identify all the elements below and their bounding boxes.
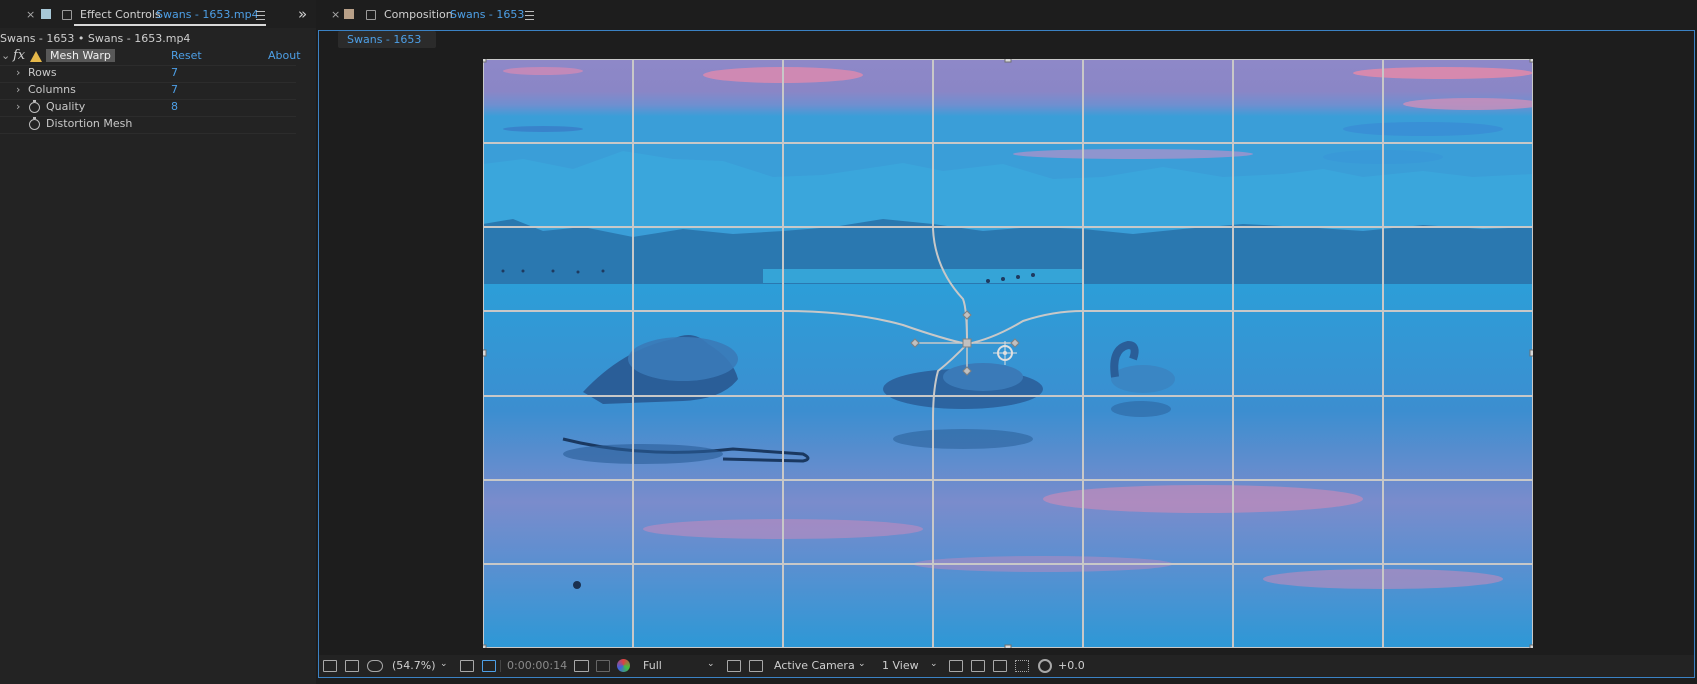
show-snapshot-icon[interactable] [596,660,610,672]
swan-left-body [628,337,738,381]
lock-icon[interactable] [62,10,72,20]
effect-controls-tab-title[interactable]: Effect Controls [80,8,161,21]
magnification-dropdown[interactable]: (54.7%) [392,659,436,672]
toggle-pixel-aspect-icon[interactable] [949,660,963,672]
cloud [1353,67,1533,79]
active-tab-indicator [74,24,266,26]
property-row-quality[interactable]: › Quality 8 [0,99,296,117]
property-row-columns[interactable]: › Columns 7 [0,82,296,100]
property-label: Columns [28,83,76,96]
color-channels-icon[interactable] [617,659,630,672]
effect-name[interactable]: Mesh Warp [46,49,115,62]
toolbar-divider [500,660,501,672]
cloud [503,126,583,132]
panel-menu-icon[interactable] [256,11,265,20]
swan-right [1111,365,1175,393]
layer-color-swatch [41,9,51,19]
composition-breadcrumb[interactable]: Swans - 1653 [338,31,436,48]
chevron-down-icon[interactable]: ⌄ [440,659,448,669]
swan-center-body [943,363,1023,391]
close-tab-icon[interactable]: × [26,8,35,21]
effect-controls-tab-file[interactable]: Swans - 1653.mp4 [156,8,259,21]
swan-left-reflection [563,444,723,464]
transparency-grid-icon[interactable] [749,660,763,672]
property-label: Rows [28,66,57,79]
chevron-right-icon[interactable]: › [16,100,20,113]
property-value-rows[interactable]: 7 [171,66,178,79]
source-path: Swans - 1653 • Swans - 1653.mp4 [0,32,191,45]
comp-color-swatch [344,9,354,19]
lake [483,284,1533,648]
chevron-right-icon[interactable]: › [16,83,20,96]
chevron-down-icon[interactable]: ⌄ [707,659,715,669]
close-tab-icon[interactable]: × [331,8,340,21]
chevron-right-icon[interactable]: › [16,66,20,79]
property-row-rows[interactable]: › Rows 7 [0,65,296,83]
resolution-dropdown[interactable]: Full [643,659,662,672]
property-label: Quality [46,100,86,113]
lock-icon[interactable] [366,10,376,20]
monitor-icon[interactable] [345,660,359,672]
composition-tab-title[interactable]: Composition [384,8,453,21]
timeline-icon[interactable] [993,660,1007,672]
fx-icon[interactable]: fx [13,48,25,63]
about-link[interactable]: About [268,49,301,62]
reset-exposure-icon[interactable] [971,660,985,672]
warning-icon [30,51,42,62]
panel-menu-icon[interactable] [525,11,534,20]
composition-tab-name[interactable]: Swans - 1653 [450,8,524,21]
cloud [503,67,583,75]
view-layout-dropdown[interactable]: 1 View [882,659,919,672]
swan-center-reflection [893,429,1033,449]
chevron-down-icon[interactable]: ⌄ [1,49,10,62]
floating-object [573,581,581,589]
composition-viewer[interactable] [479,55,1543,652]
mask-visibility-icon[interactable] [367,660,383,672]
cloud [1013,149,1253,159]
current-time[interactable]: 0:00:00:14 [507,659,567,672]
fast-previews-icon[interactable] [727,660,741,672]
swan-right-reflection [1111,401,1171,417]
breadcrumb-label[interactable]: Swans - 1653 [347,33,421,46]
property-value-quality[interactable]: 8 [171,100,178,113]
snapshot-camera-icon[interactable] [574,660,589,672]
cloud [1343,122,1503,136]
chevron-down-icon[interactable]: ⌄ [858,659,866,669]
effect-row-mesh-warp[interactable]: ⌄ fx Mesh Warp Reset About [0,48,301,66]
property-value-columns[interactable]: 7 [171,83,178,96]
camera-dropdown[interactable]: Active Camera [774,659,855,672]
stopwatch-icon[interactable] [29,117,40,130]
flowchart-icon[interactable] [1015,660,1029,672]
warped-shoreline [763,269,1083,283]
chevron-down-icon[interactable]: ⌄ [930,659,938,669]
expand-panels-icon[interactable]: » [298,5,307,23]
region-of-interest-icon[interactable] [482,660,496,672]
video-frame-with-mesh[interactable] [479,55,1543,652]
water-reflection [1043,485,1363,513]
property-row-distortion-mesh[interactable]: Distortion Mesh [0,116,296,134]
grid-guides-icon[interactable] [460,660,474,672]
reset-link[interactable]: Reset [171,49,202,62]
exposure-value[interactable]: +0.0 [1058,659,1085,672]
property-label: Distortion Mesh [46,117,133,130]
always-preview-icon[interactable] [323,660,337,672]
stopwatch-icon[interactable] [29,100,40,113]
reset-exposure-circle-icon[interactable] [1038,659,1052,673]
